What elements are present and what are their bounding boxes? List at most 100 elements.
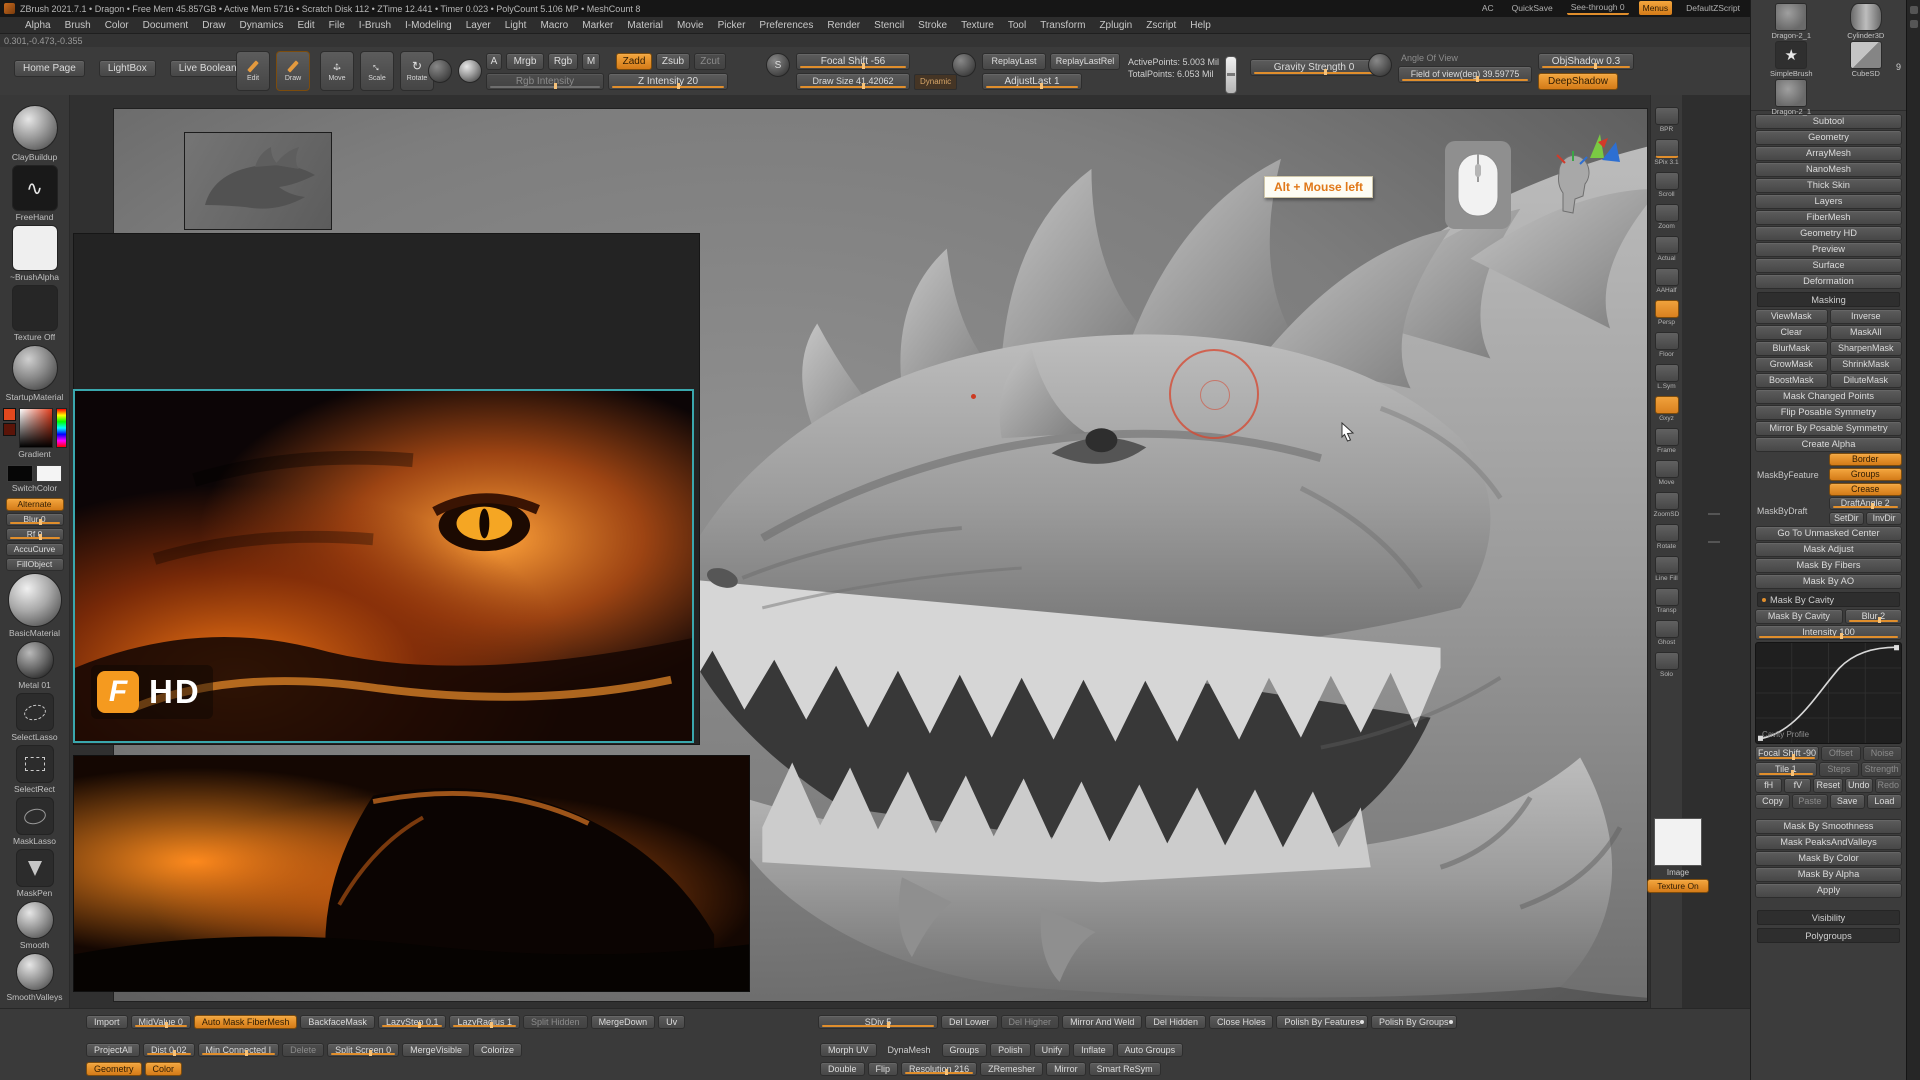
mask-button[interactable]: ViewMask	[1755, 309, 1828, 324]
zcut-button[interactable]: Zcut	[694, 53, 726, 70]
curve-file-button[interactable]: Copy	[1755, 794, 1790, 809]
tray-button[interactable]: Del Higher	[1001, 1015, 1060, 1029]
subpalette-button[interactable]: Preview	[1755, 242, 1902, 257]
mask-button[interactable]: GrowMask	[1755, 357, 1828, 372]
deep-shadow-button[interactable]: DeepShadow	[1538, 73, 1618, 90]
subpalette-section-header[interactable]: Visibility	[1757, 910, 1900, 925]
subpalette-button[interactable]: Deformation	[1755, 274, 1902, 289]
shelf-slot[interactable]: FreeHand	[2, 165, 68, 225]
cavity-option-button[interactable]: Focal Shift -90	[1755, 746, 1819, 761]
switchcolor-label[interactable]: SwitchColor	[12, 483, 57, 493]
curve-edit-button[interactable]: Reset	[1813, 778, 1843, 793]
shelf-tool[interactable]: Rotate	[1655, 524, 1679, 550]
tray-button[interactable]: Inflate	[1073, 1043, 1114, 1057]
rgb-button[interactable]: Rgb	[548, 53, 578, 70]
shelf-slot[interactable]: Smooth	[2, 901, 68, 953]
setdir-button[interactable]: SetDir	[1829, 512, 1865, 525]
menu-item[interactable]: Stencil	[867, 17, 911, 33]
mask-button[interactable]: Mask Adjust	[1755, 542, 1902, 557]
replay-last-rel-button[interactable]: ReplayLastRel	[1050, 53, 1120, 70]
live-boolean-button[interactable]: Live Boolean	[170, 60, 246, 77]
shelf-slot[interactable]: Metal 01	[2, 641, 68, 693]
reference-image-selected[interactable]: F HD	[73, 389, 694, 743]
panel-config-icon[interactable]	[1910, 6, 1918, 14]
edit-button[interactable]: Edit	[236, 51, 270, 91]
subpalette-button[interactable]: Geometry HD	[1755, 226, 1902, 241]
shelf-tool[interactable]: Move	[1655, 460, 1679, 486]
mask-button[interactable]: ShrinkMask	[1830, 357, 1903, 372]
menu-item[interactable]: File	[322, 17, 352, 33]
document-mini-thumbnail[interactable]	[184, 132, 332, 230]
adjust-last-slider[interactable]: AdjustLast 1	[982, 73, 1082, 90]
tray-button[interactable]: MergeDown	[591, 1015, 656, 1029]
tray-button[interactable]: SDiv 5	[818, 1015, 938, 1029]
tray-button[interactable]: LazyStep 0.1	[378, 1015, 447, 1029]
shelf-tool[interactable]: Frame	[1655, 428, 1679, 454]
shelf-button[interactable]: FillObject	[6, 558, 64, 571]
mask-button[interactable]: Mask By Color	[1755, 851, 1902, 866]
gravity-strength-slider[interactable]: Gravity Strength 0	[1250, 59, 1378, 76]
shelf-slot[interactable]: SelectLasso	[2, 693, 68, 745]
shelf-tool[interactable]: Ghost	[1655, 620, 1679, 646]
saturation-square[interactable]	[19, 408, 53, 448]
tool-thumbnail[interactable]: CubeSD	[1830, 41, 1903, 78]
shelf-tool[interactable]: AAHalf	[1655, 268, 1679, 294]
tray-button[interactable]: Unify	[1034, 1043, 1071, 1057]
mask-button[interactable]: Create Alpha	[1755, 437, 1902, 452]
tray-button[interactable]: Resolution 216	[901, 1062, 977, 1076]
tray-button[interactable]: ZRemesher	[980, 1062, 1043, 1076]
shelf-button[interactable]: Rf 0	[6, 528, 64, 541]
shelf-slot[interactable]: StartupMaterial	[2, 345, 68, 405]
gradient-label[interactable]: Gradient	[18, 449, 51, 459]
mask-button[interactable]: Mask By Alpha	[1755, 867, 1902, 882]
cavity-option-button[interactable]: Steps	[1819, 762, 1860, 777]
tool-thumbnail[interactable]: SimpleBrush	[1755, 41, 1828, 78]
tray-button[interactable]: Delete	[282, 1043, 324, 1057]
shelf-tool[interactable]: Zoom	[1655, 204, 1679, 230]
shelf-slot[interactable]: SelectRect	[2, 745, 68, 797]
menu-item[interactable]: Macro	[533, 17, 575, 33]
material-slot[interactable]: BasicMaterial	[2, 573, 68, 641]
shelf-slot[interactable]: MaskPen	[2, 849, 68, 901]
shelf-slot[interactable]: ClayBuildup	[2, 105, 68, 165]
mask-button[interactable]: Mask PeaksAndValleys	[1755, 835, 1902, 850]
cavity-blur-slider[interactable]: Blur 2	[1845, 609, 1902, 624]
tray-button[interactable]: Groups	[942, 1043, 988, 1057]
shelf-tool[interactable]: Transp	[1655, 588, 1679, 614]
curve-edit-button[interactable]: Undo	[1845, 778, 1873, 793]
menu-item[interactable]: Edit	[290, 17, 321, 33]
mask-button[interactable]: SharpenMask	[1830, 341, 1903, 356]
invdir-button[interactable]: InvDir	[1866, 512, 1902, 525]
curve-edit-button[interactable]: Redo	[1875, 778, 1903, 793]
tray-button[interactable]: Smart ReSym	[1089, 1062, 1161, 1076]
material-sphere-icon[interactable]	[458, 59, 482, 83]
tool-thumbnail[interactable]: Cylinder3D	[1830, 3, 1903, 40]
cavity-option-button[interactable]: Strength	[1861, 762, 1902, 777]
menu-item[interactable]: Layer	[459, 17, 498, 33]
menu-item[interactable]: Document	[136, 17, 196, 33]
mask-button[interactable]: Mask Changed Points	[1755, 389, 1902, 404]
texture-on-button[interactable]: Texture On	[1647, 879, 1709, 893]
menu-item[interactable]: Stroke	[911, 17, 954, 33]
titlebar-button[interactable]: DefaultZScript	[1682, 1, 1744, 15]
shelf-tool[interactable]: Actual	[1655, 236, 1679, 262]
points-vertical-slider[interactable]	[1225, 56, 1237, 94]
switch-color-swatches[interactable]	[7, 465, 62, 482]
menu-item[interactable]: Marker	[575, 17, 620, 33]
tool-thumbnail[interactable]: Dragon-2_1	[1755, 79, 1828, 116]
viewport[interactable]: F HD	[70, 95, 1650, 1008]
menu-item[interactable]: Zplugin	[1092, 17, 1139, 33]
alpha-mode-button[interactable]: A	[486, 53, 502, 70]
draw-size-slider[interactable]: Draw Size 41.42062	[796, 73, 910, 90]
zadd-button[interactable]: Zadd	[616, 53, 652, 70]
shelf-tool[interactable]: Line Fill	[1655, 556, 1679, 582]
draft-angle-slider[interactable]: DraftAngle 2	[1829, 497, 1903, 510]
main-color-swatch[interactable]	[7, 465, 33, 482]
mask-button[interactable]: Go To Unmasked Center	[1755, 526, 1902, 541]
mask-button[interactable]: DiluteMask	[1830, 373, 1903, 388]
tray-button[interactable]: Mirror And Weld	[1062, 1015, 1142, 1029]
tray-button[interactable]: Dist 0.02	[143, 1043, 195, 1057]
hue-strip[interactable]	[56, 408, 67, 448]
curve-file-button[interactable]: Load	[1867, 794, 1902, 809]
mask-button[interactable]: Inverse	[1830, 309, 1903, 324]
